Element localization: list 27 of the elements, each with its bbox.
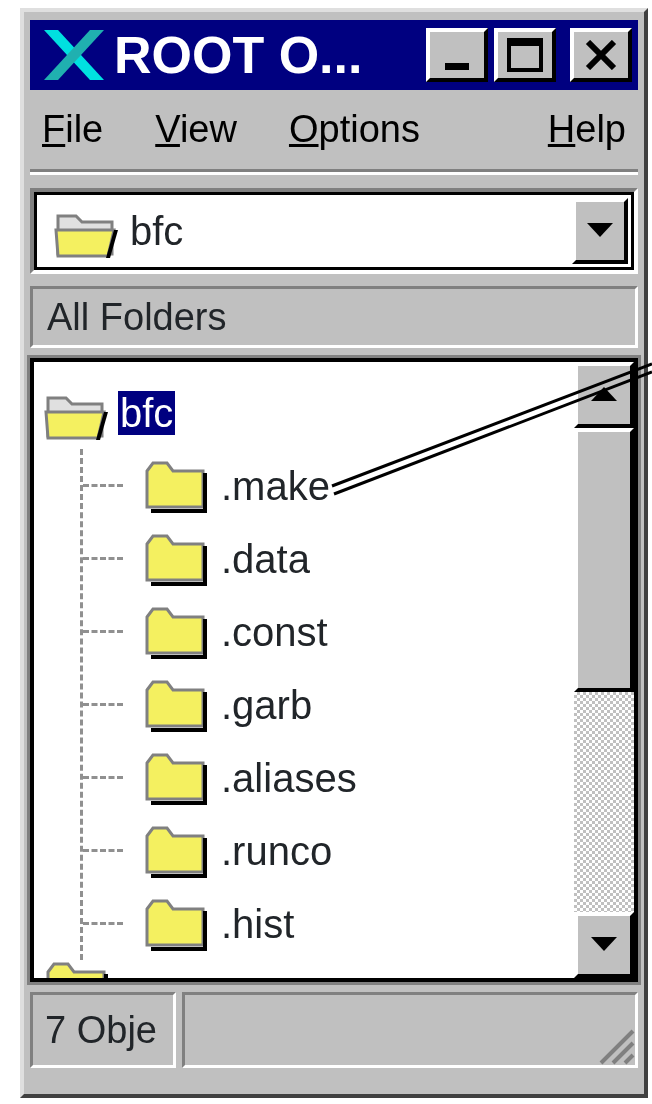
window-title: ROOT O... bbox=[114, 29, 364, 81]
menu-item[interactable]: File bbox=[42, 101, 104, 158]
close-icon bbox=[584, 40, 618, 70]
dropdown-button[interactable] bbox=[572, 198, 628, 264]
menu-item[interactable]: Help bbox=[547, 101, 626, 158]
tree-item[interactable]: .make bbox=[219, 463, 332, 508]
down-arrow-icon bbox=[591, 937, 617, 953]
status-text: 7 Obje bbox=[30, 992, 176, 1068]
tree-item[interactable]: .data bbox=[219, 536, 312, 581]
menu-item[interactable]: Options bbox=[288, 101, 420, 158]
minimize-icon bbox=[445, 62, 469, 70]
caret-icon bbox=[587, 223, 613, 239]
tree-item[interactable]: .aliases bbox=[219, 755, 359, 800]
combo-value: bfc bbox=[130, 208, 185, 255]
close-button[interactable] bbox=[570, 28, 632, 82]
tree-item[interactable]: .const bbox=[219, 609, 330, 654]
tree-item[interactable]: .hist bbox=[219, 901, 297, 946]
maximize-button[interactable] bbox=[494, 28, 556, 82]
tree-item[interactable]: .garb bbox=[219, 682, 315, 727]
minimize-button[interactable] bbox=[426, 28, 488, 82]
up-arrow-icon bbox=[591, 387, 617, 403]
menu-item[interactable]: View bbox=[155, 101, 237, 158]
tree-item[interactable]: bfc bbox=[118, 390, 176, 435]
tree-item[interactable]: .runco bbox=[219, 828, 335, 873]
pane-header: All Folders bbox=[30, 286, 638, 348]
maximize-icon bbox=[507, 38, 543, 72]
folder-combo-box[interactable]: bfc bbox=[30, 188, 638, 274]
